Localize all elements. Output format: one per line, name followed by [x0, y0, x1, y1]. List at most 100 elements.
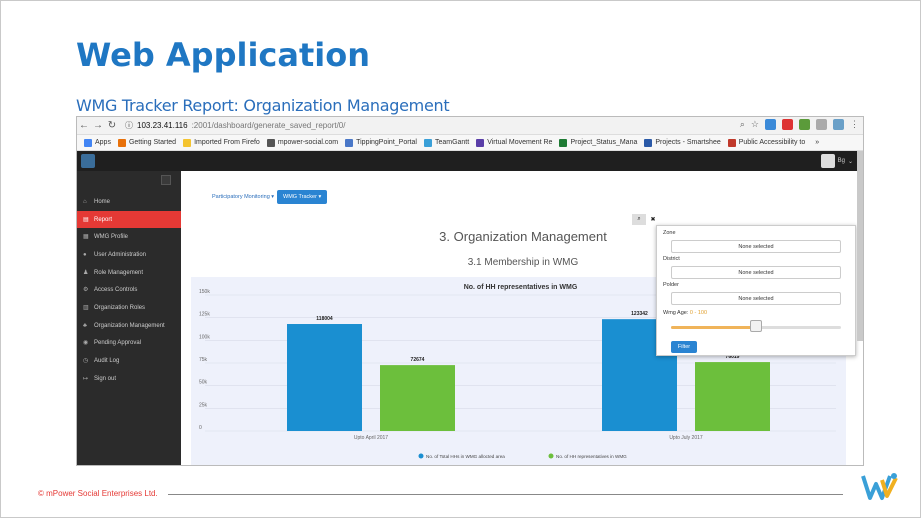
- sidebar-item-access-controls[interactable]: ⚙ Access Controls: [77, 281, 181, 299]
- apps-icon: [84, 138, 92, 147]
- extension-icon[interactable]: [816, 119, 827, 130]
- bookmark-item[interactable]: Project_Status_Mana: [559, 138, 638, 147]
- x-tick-label: Upto July 2017: [669, 435, 703, 441]
- menu-icon[interactable]: ⋮: [850, 119, 859, 130]
- bookmark-item[interactable]: mpower-social.com: [266, 138, 338, 147]
- sidebar-item-home[interactable]: ⌂ Home: [77, 193, 181, 211]
- sidebar-item-label: Audit Log: [94, 358, 120, 365]
- sidebar-item-label: Organization Management: [94, 322, 165, 329]
- bookmark-label: Virtual Movement Re: [487, 139, 553, 146]
- district-label: District: [663, 256, 680, 262]
- slide-title: Web Application: [76, 36, 371, 74]
- close-icon[interactable]: ✖: [646, 214, 660, 225]
- reload-icon[interactable]: ↻: [105, 120, 119, 131]
- footer-copyright: © mPower Social Enterprises Ltd.: [38, 489, 158, 498]
- sidebar-item-organization-roles[interactable]: ▥ Organization Roles: [77, 299, 181, 317]
- sidebar-item-sign-out[interactable]: ↦ Sign out: [77, 370, 181, 388]
- sidebar-item-label: User Administration: [94, 251, 147, 258]
- wmg-age-text: Wmg Age:: [663, 310, 689, 316]
- back-icon[interactable]: ←: [77, 120, 91, 131]
- x-tick-label: Upto April 2017: [354, 435, 388, 441]
- bookmark-label: Imported From Firefo: [194, 139, 260, 146]
- age-slider-handle[interactable]: [750, 320, 762, 332]
- sidebar-item-label: Sign out: [94, 375, 117, 382]
- sidebar-item-user-administration[interactable]: ● User Administration: [77, 246, 181, 264]
- bookmarks-more-icon[interactable]: »: [815, 139, 819, 146]
- y-tick-label: 125k: [199, 312, 210, 318]
- browser-actions: ⌕ ☆ ⋮: [740, 119, 859, 130]
- search-icon[interactable]: ⌕: [632, 214, 646, 225]
- sidebar-item-role-management[interactable]: ♟ Role Management: [77, 264, 181, 282]
- sidebar-menu: ⌂ Home ▤ Report ▦ WMG Profile ● User Administra…: [77, 193, 181, 388]
- data-label: 123342: [631, 311, 648, 317]
- bookmark-icon: [559, 138, 568, 147]
- user-icon: ●: [83, 251, 87, 258]
- app-screenshot: ← → ↻ ⓘ 103.23.41.116:2001/dashboard/gen…: [76, 116, 864, 466]
- bookmarks-bar: Apps Getting Started Imported From Firefo m…: [77, 135, 863, 151]
- app-topbar: Bg ⌄: [77, 151, 863, 171]
- bookmark-item[interactable]: Public Accessibility to: [727, 138, 805, 147]
- star-icon[interactable]: ☆: [751, 119, 759, 130]
- bookmark-item[interactable]: Virtual Movement Re: [476, 138, 553, 147]
- forward-icon[interactable]: →: [91, 120, 105, 131]
- bookmark-item[interactable]: Apps: [84, 138, 111, 147]
- wmg-age-label: Wmg Age: 0 - 100: [663, 310, 707, 316]
- legend-marker: [418, 453, 424, 459]
- bookmark-label: Project_Status_Mana: [570, 139, 638, 146]
- polder-select[interactable]: None selected: [671, 292, 841, 305]
- url-field[interactable]: ⓘ 103.23.41.116:2001/dashboard/generate_…: [125, 120, 345, 131]
- y-tick-label: 50k: [199, 380, 208, 386]
- adblock-icon[interactable]: [782, 119, 793, 130]
- filter-button[interactable]: Filter: [671, 341, 697, 353]
- sidebar-item-label: Pending Approval: [94, 340, 142, 347]
- extension-icon[interactable]: [833, 119, 844, 130]
- extension-icon[interactable]: [765, 119, 776, 130]
- bookmark-icon: [423, 138, 432, 147]
- bookmark-icon: [345, 138, 354, 147]
- participatory-monitoring-dropdown[interactable]: Participatory Monitoring ▾: [206, 190, 280, 204]
- bookmark-item[interactable]: Imported From Firefo: [183, 138, 260, 147]
- sidebar-item-pending-approval[interactable]: ◉ Pending Approval: [77, 335, 181, 353]
- sidebar-toggle-icon[interactable]: [161, 175, 171, 185]
- y-tick-label: 100k: [199, 334, 210, 340]
- grid-icon: ▦: [83, 234, 89, 241]
- mpower-logo: [861, 473, 898, 500]
- bookmark-icon: [476, 138, 485, 147]
- sidebar-item-report[interactable]: ▤ Report: [77, 210, 181, 229]
- zone-label: Zone: [663, 230, 676, 236]
- bookmark-item[interactable]: TippingPoint_Portal: [345, 138, 417, 147]
- bookmark-item[interactable]: Getting Started: [117, 138, 176, 147]
- sidebar-item-label: Role Management: [94, 269, 144, 276]
- bookmark-icon: [183, 138, 192, 147]
- sidebar-item-audit-log[interactable]: ◷ Audit Log: [77, 352, 181, 370]
- app-logo[interactable]: [81, 154, 95, 168]
- bookmark-item[interactable]: TeamGantt: [423, 138, 469, 147]
- bookmark-label: Projects - Smartshee: [655, 139, 721, 146]
- eye-icon: ◉: [83, 340, 89, 347]
- info-icon: ⓘ: [125, 121, 133, 130]
- bookmark-icon: [727, 138, 736, 147]
- bookmark-label: TippingPoint_Portal: [356, 139, 417, 146]
- y-tick-label: 25k: [199, 402, 208, 408]
- sidebar-item-organization-management[interactable]: ♣ Organization Management: [77, 317, 181, 335]
- user-menu[interactable]: Bg ⌄: [820, 154, 853, 168]
- district-select[interactable]: None selected: [671, 266, 841, 279]
- sidebar: ⌂ Home ▤ Report ▦ WMG Profile ● User Administra…: [77, 171, 181, 465]
- clock-icon: ◷: [83, 358, 89, 365]
- sidebar-item-label: WMG Profile: [94, 234, 129, 241]
- url-host: 103.23.41.116: [137, 121, 188, 130]
- home-icon: ⌂: [83, 198, 87, 205]
- bookmark-icon: [117, 138, 126, 147]
- bookmark-item[interactable]: Projects - Smartshee: [644, 138, 721, 147]
- y-tick-label: 75k: [199, 357, 208, 363]
- sidebar-item-wmg-profile[interactable]: ▦ WMG Profile: [77, 228, 181, 246]
- bar-hh-representatives: [380, 365, 455, 431]
- legend-label: No. of HH representatives in WMG: [556, 454, 627, 459]
- bookmark-label: Apps: [95, 139, 111, 146]
- wmg-tracker-dropdown[interactable]: WMG Tracker ▾: [277, 190, 328, 204]
- extension-icon[interactable]: [799, 119, 810, 130]
- scrollbar[interactable]: [857, 151, 863, 341]
- url-path: :2001/dashboard/generate_saved_report/0/: [191, 121, 346, 130]
- zoom-icon[interactable]: ⌕: [740, 119, 745, 130]
- zone-select[interactable]: None selected: [671, 240, 841, 253]
